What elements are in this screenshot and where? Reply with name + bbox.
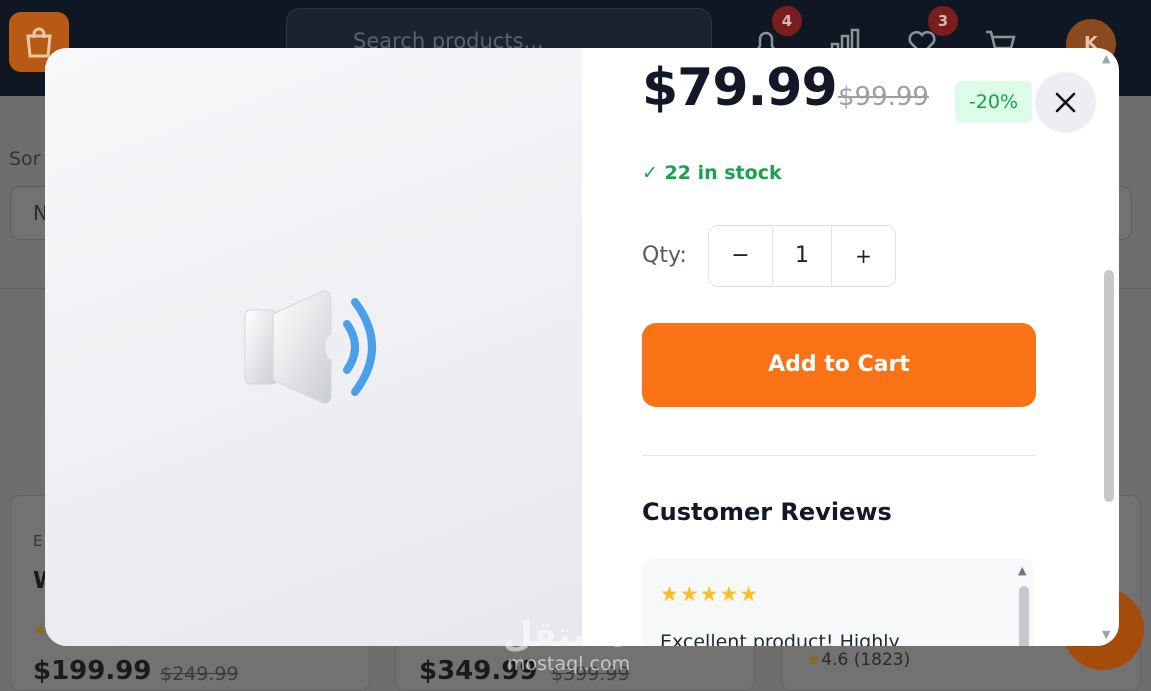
scroll-up-arrow-icon[interactable]: ▲: [1102, 52, 1110, 65]
card-old-price: $249.99: [160, 663, 239, 685]
scroll-up-arrow-icon[interactable]: ▲: [1018, 564, 1026, 577]
product-quick-view-modal: $79.99 $99.99 -20% ✓ 22 in stock Qty: − …: [45, 48, 1119, 646]
stock-status: ✓ 22 in stock: [642, 162, 782, 184]
quantity-label: Qty:: [642, 243, 687, 268]
discount-badge: -20%: [955, 81, 1032, 123]
modal-scrollbar[interactable]: ▲ ▼: [1100, 52, 1116, 642]
review-rating-stars: ★★★★★: [660, 582, 760, 606]
wishlist-badge: 3: [928, 6, 958, 36]
review-item: ★★★★★ Excellent product! Highly: [642, 558, 1034, 646]
card-price: $199.99: [33, 656, 152, 686]
product-details-panel: $79.99 $99.99 -20% ✓ 22 in stock Qty: − …: [582, 48, 1119, 646]
scrollbar-thumb[interactable]: [1019, 586, 1029, 646]
product-price: $79.99: [642, 58, 838, 118]
quantity-increase-button[interactable]: +: [831, 226, 895, 286]
quantity-stepper: − 1 +: [708, 225, 896, 287]
watermark-logo: مستقل: [503, 615, 628, 655]
speaker-icon: [244, 290, 376, 404]
scroll-down-arrow-icon[interactable]: ▼: [1102, 628, 1110, 641]
scrollbar-thumb[interactable]: [1104, 270, 1114, 502]
sort-label: Sor: [9, 148, 41, 170]
product-old-price: $99.99: [838, 82, 929, 112]
divider: [642, 455, 1036, 456]
card-rating: ★4.6 (1823): [806, 650, 911, 670]
star-icon: ★: [806, 650, 822, 670]
reviews-heading: Customer Reviews: [642, 498, 892, 526]
quantity-decrease-button[interactable]: −: [709, 226, 773, 286]
quantity-value[interactable]: 1: [773, 226, 831, 286]
review-text: Excellent product! Highly: [660, 631, 900, 646]
product-image-panel: [45, 48, 582, 646]
card-category: E: [33, 532, 43, 550]
watermark-url: mostaql.com: [507, 653, 631, 675]
reviews-scrollbar[interactable]: ▲: [1016, 564, 1032, 646]
close-button[interactable]: [1035, 72, 1096, 133]
close-icon: [1055, 92, 1076, 113]
notifications-badge: 4: [772, 6, 802, 36]
add-to-cart-button[interactable]: Add to Cart: [642, 323, 1036, 407]
